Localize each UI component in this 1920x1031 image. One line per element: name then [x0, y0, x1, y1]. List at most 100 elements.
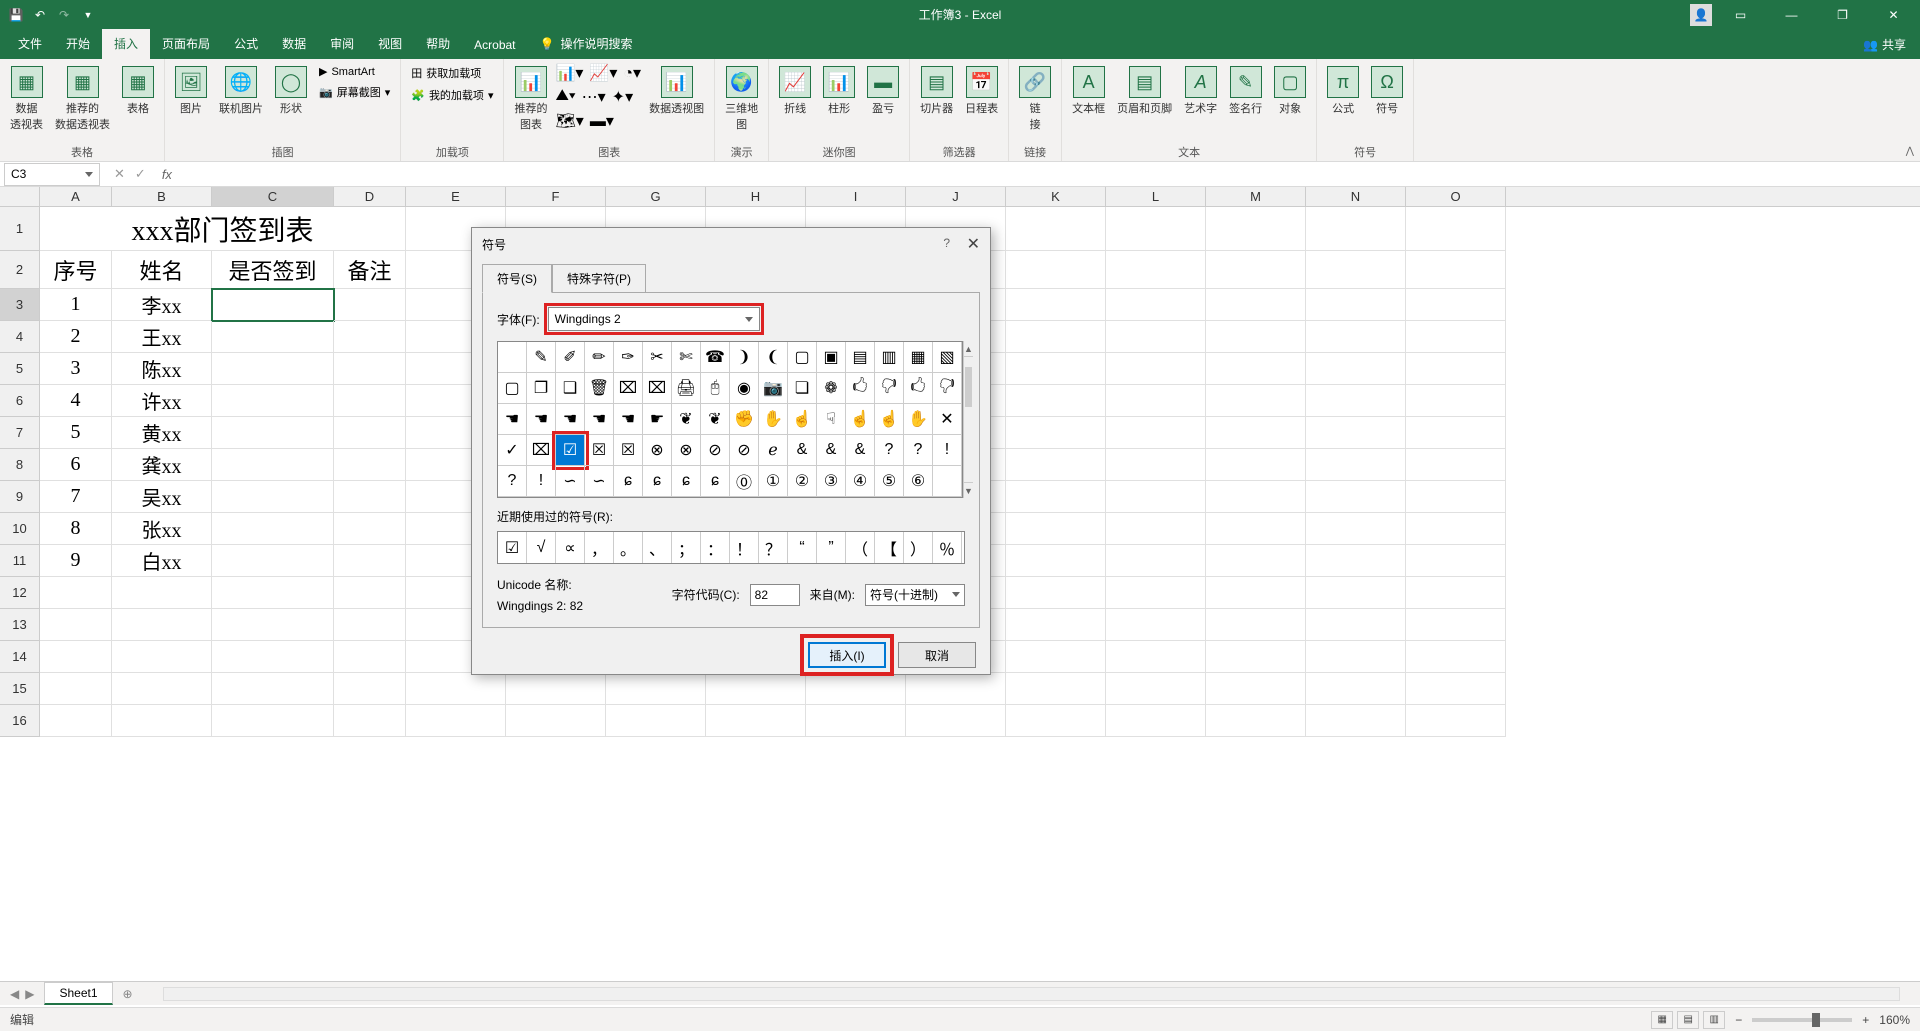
cell[interactable]	[112, 673, 212, 705]
cell[interactable]	[1406, 207, 1506, 251]
symbol-cell[interactable]: ☝	[788, 404, 817, 435]
table-button[interactable]: ▦表格	[118, 63, 158, 119]
cell[interactable]	[1306, 417, 1406, 449]
cell[interactable]	[1206, 207, 1306, 251]
page-layout-view-button[interactable]: ▤	[1677, 1011, 1699, 1029]
online-pictures-button[interactable]: 🌐联机图片	[215, 63, 267, 119]
share-button[interactable]: 👥 共享	[1849, 30, 1920, 59]
row-header[interactable]: 6	[0, 385, 40, 417]
name-box[interactable]: C3	[4, 163, 100, 186]
horizontal-scrollbar[interactable]	[163, 987, 1900, 1001]
cell[interactable]	[1306, 449, 1406, 481]
cell[interactable]	[1106, 481, 1206, 513]
cell[interactable]: 备注	[334, 251, 406, 289]
symbol-cell[interactable]: ɕ	[614, 466, 643, 497]
signature-button[interactable]: ✎签名行	[1225, 63, 1266, 119]
symbol-cell[interactable]: ⊘	[730, 435, 759, 466]
symbol-cell[interactable]: ☛	[643, 404, 672, 435]
sparkline-winloss-button[interactable]: ▬盈亏	[863, 63, 903, 119]
cell[interactable]	[334, 321, 406, 353]
recent-symbol[interactable]: （	[846, 532, 875, 563]
symbol-cell[interactable]: ?	[875, 435, 904, 466]
symbol-cell[interactable]: ∽	[556, 466, 585, 497]
cell[interactable]	[112, 705, 212, 737]
cell[interactable]	[334, 417, 406, 449]
cell[interactable]	[334, 577, 406, 609]
col-header-H[interactable]: H	[706, 187, 806, 206]
symbol-cell[interactable]: ✂	[643, 342, 672, 373]
cell[interactable]: 李xx	[112, 289, 212, 321]
menu-acrobat[interactable]: Acrobat	[462, 31, 527, 59]
symbol-cell[interactable]: &	[846, 435, 875, 466]
cell[interactable]: 陈xx	[112, 353, 212, 385]
recent-symbol[interactable]: ％	[933, 532, 962, 563]
row-header[interactable]: 5	[0, 353, 40, 385]
cell[interactable]	[806, 705, 906, 737]
symbol-cell[interactable]: ▤	[846, 342, 875, 373]
cell[interactable]: 5	[40, 417, 112, 449]
col-header-L[interactable]: L	[1106, 187, 1206, 206]
chart-radar-icon[interactable]: ✦▾	[612, 87, 633, 107]
cell[interactable]	[1406, 545, 1506, 577]
cell[interactable]: 姓名	[112, 251, 212, 289]
cell[interactable]	[1206, 417, 1306, 449]
symbol-cell[interactable]: ⊗	[672, 435, 701, 466]
cell[interactable]	[906, 705, 1006, 737]
cell[interactable]	[40, 609, 112, 641]
col-header-M[interactable]: M	[1206, 187, 1306, 206]
row-header[interactable]: 14	[0, 641, 40, 673]
cancel-button[interactable]: 取消	[898, 642, 976, 668]
cell[interactable]: 张xx	[112, 513, 212, 545]
cell[interactable]	[212, 641, 334, 673]
symbol-cell[interactable]: 🖒	[846, 373, 875, 404]
symbol-cell[interactable]: ❨	[759, 342, 788, 373]
col-header-N[interactable]: N	[1306, 187, 1406, 206]
symbol-cell[interactable]: ☒	[614, 435, 643, 466]
undo-icon[interactable]: ↶	[32, 7, 48, 23]
cell[interactable]	[1306, 609, 1406, 641]
cell[interactable]: 许xx	[112, 385, 212, 417]
cell[interactable]	[1106, 417, 1206, 449]
row-header[interactable]: 4	[0, 321, 40, 353]
tab-nav-next-icon[interactable]: ▶	[25, 987, 34, 1001]
cell[interactable]	[1006, 513, 1106, 545]
cell[interactable]	[334, 353, 406, 385]
col-header-O[interactable]: O	[1406, 187, 1506, 206]
cell[interactable]	[1106, 577, 1206, 609]
cell[interactable]	[1306, 577, 1406, 609]
symbol-cell[interactable]: 🖒	[904, 373, 933, 404]
symbol-cell[interactable]: ☚	[585, 404, 614, 435]
symbol-cell[interactable]: ⌧	[527, 435, 556, 466]
cell[interactable]: 白xx	[112, 545, 212, 577]
cell[interactable]	[334, 705, 406, 737]
symbol-cell[interactable]: ✏	[585, 342, 614, 373]
cell[interactable]	[1406, 251, 1506, 289]
recent-symbol[interactable]: ！	[730, 532, 759, 563]
cell[interactable]	[212, 545, 334, 577]
menu-view[interactable]: 视图	[366, 28, 414, 59]
pivot-chart-button[interactable]: 📊数据透视图	[645, 63, 708, 119]
symbol-cell[interactable]: ☚	[527, 404, 556, 435]
cell[interactable]	[1006, 353, 1106, 385]
cell[interactable]	[1306, 513, 1406, 545]
symbol-cell[interactable]: ✊	[730, 404, 759, 435]
cell[interactable]	[1206, 353, 1306, 385]
cell[interactable]	[212, 449, 334, 481]
cell[interactable]	[334, 673, 406, 705]
row-header[interactable]: 9	[0, 481, 40, 513]
menu-insert[interactable]: 插入	[102, 28, 150, 59]
from-dropdown-icon[interactable]	[952, 592, 960, 597]
cell[interactable]	[1406, 641, 1506, 673]
chart-map-icon[interactable]: 🗺▾	[555, 111, 583, 131]
cell[interactable]	[1006, 251, 1106, 289]
maximize-button[interactable]: ❐	[1820, 0, 1865, 29]
cell[interactable]	[1306, 251, 1406, 289]
recommended-charts-button[interactable]: 📊推荐的 图表	[510, 63, 551, 135]
qat-dropdown-icon[interactable]: ▼	[80, 7, 96, 23]
cell[interactable]	[1306, 545, 1406, 577]
recent-symbol[interactable]: ”	[817, 532, 846, 563]
chart-scatter-icon[interactable]: ⋯▾	[582, 87, 606, 107]
cell[interactable]	[1006, 673, 1106, 705]
cell[interactable]: 4	[40, 385, 112, 417]
symbol-cell[interactable]: ❦	[672, 404, 701, 435]
